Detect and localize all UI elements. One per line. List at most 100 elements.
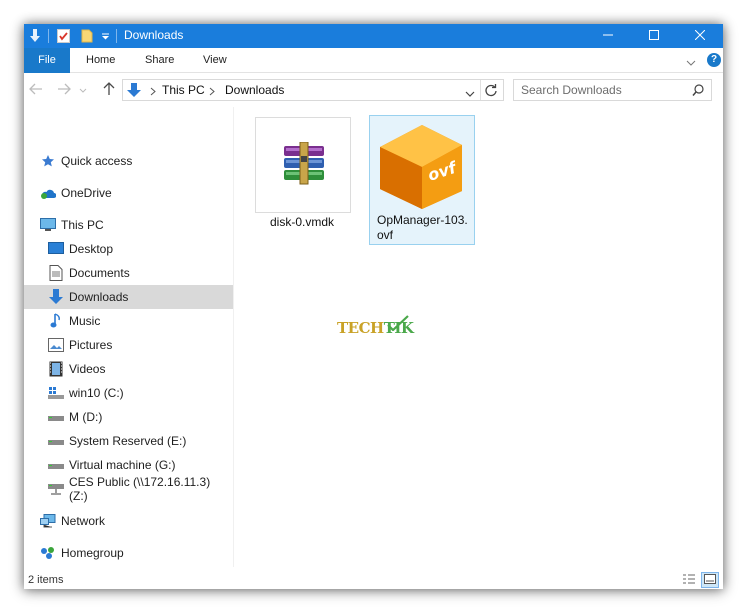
- app-download-icon: [28, 28, 42, 44]
- breadcrumb-separator-icon: [209, 85, 215, 99]
- minimize-button[interactable]: [585, 24, 631, 48]
- properties-icon[interactable]: [55, 28, 71, 44]
- sidebar-item-pictures[interactable]: Pictures: [48, 333, 230, 357]
- file-item[interactable]: ovf OpManager-103. ovf: [369, 115, 475, 245]
- sidebar-item-m-d[interactable]: M (D:): [48, 405, 230, 429]
- file-item[interactable]: disk-0.vmdk: [255, 117, 351, 237]
- ovf-box-icon: ovf: [372, 119, 470, 214]
- star-icon: [40, 153, 56, 169]
- up-button[interactable]: [99, 81, 119, 99]
- sidebar-item-this-pc[interactable]: This PC: [40, 213, 230, 237]
- homegroup-icon: [40, 545, 56, 561]
- tab-share[interactable]: Share: [145, 48, 174, 73]
- sidebar-item-ces-public-z[interactable]: CES Public (\\172.16.11.3) (Z:): [48, 475, 230, 503]
- separator: [480, 80, 481, 100]
- refresh-icon[interactable]: [484, 83, 498, 100]
- checkmark-icon: [387, 315, 409, 331]
- breadcrumb-this-pc[interactable]: This PC: [162, 83, 205, 97]
- close-icon: [694, 29, 706, 43]
- status-bar: 2 items: [24, 570, 723, 589]
- sidebar-item-network[interactable]: Network: [40, 509, 230, 533]
- search-box[interactable]: Search Downloads: [513, 79, 712, 101]
- sidebar-item-label: Documents: [69, 266, 130, 280]
- download-arrow-icon: [126, 82, 142, 101]
- drive-icon: [48, 457, 64, 473]
- sidebar-item-desktop[interactable]: Desktop: [48, 237, 230, 261]
- search-icon[interactable]: [692, 84, 704, 99]
- back-button[interactable]: [26, 81, 46, 99]
- qat-dropdown-icon[interactable]: [98, 28, 112, 44]
- sidebar-item-quick-access[interactable]: Quick access: [40, 149, 230, 173]
- sidebar-item-label: OneDrive: [61, 186, 112, 200]
- sidebar-item-virtual-machine-g[interactable]: Virtual machine (G:): [48, 453, 230, 477]
- sidebar-item-label: Homegroup: [61, 546, 124, 560]
- new-folder-icon[interactable]: [79, 28, 95, 44]
- forward-arrow-icon: [57, 83, 71, 98]
- details-view-button[interactable]: [680, 572, 698, 588]
- large-icons-view-button[interactable]: [701, 572, 719, 588]
- sidebar-item-label: win10 (C:): [69, 386, 124, 400]
- navigation-pane: Quick access OneDrive This PC Desktop Do…: [24, 107, 234, 567]
- explorer-window: Downloads File Home Share View ? This PC…: [24, 24, 723, 589]
- drive-icon: [48, 409, 64, 425]
- drive-icon: [48, 433, 64, 449]
- address-bar[interactable]: This PC Downloads: [122, 79, 504, 101]
- sidebar-item-music[interactable]: Music: [48, 309, 230, 333]
- title-bar: Downloads: [24, 24, 723, 48]
- file-name: OpManager-103. ovf: [377, 213, 473, 243]
- sidebar-item-label: Videos: [69, 362, 106, 376]
- sidebar-item-label: Pictures: [69, 338, 113, 352]
- file-list: disk-0.vmdk ovf OpManager-103. ovf TECHT…: [236, 107, 723, 567]
- file-name-line1: OpManager-103.: [377, 213, 468, 227]
- tab-home[interactable]: Home: [86, 48, 115, 73]
- breadcrumb-downloads[interactable]: Downloads: [225, 83, 284, 97]
- download-arrow-icon: [48, 289, 64, 305]
- thumbnail: [255, 117, 351, 213]
- separator: [48, 29, 49, 43]
- tab-view[interactable]: View: [203, 48, 227, 73]
- windows-drive-icon: [48, 385, 64, 401]
- sidebar-item-label: Downloads: [69, 290, 129, 304]
- sidebar-item-label: CES Public (\\172.16.11.3) (Z:): [69, 475, 211, 503]
- sidebar-item-onedrive[interactable]: OneDrive: [40, 181, 230, 205]
- maximize-button[interactable]: [631, 24, 677, 48]
- sidebar-item-documents[interactable]: Documents: [48, 261, 230, 285]
- music-note-icon: [48, 313, 64, 329]
- sidebar-item-label: Music: [69, 314, 101, 328]
- sidebar-item-videos[interactable]: Videos: [48, 357, 230, 381]
- help-icon[interactable]: ?: [707, 53, 721, 67]
- pictures-icon: [48, 337, 64, 353]
- sidebar-item-label: Quick access: [61, 154, 133, 168]
- onedrive-icon: [40, 185, 56, 201]
- ribbon-expand-icon[interactable]: [686, 56, 696, 70]
- sidebar-item-label: M (D:): [69, 410, 103, 424]
- sidebar-item-label: Virtual machine (G:): [69, 458, 176, 472]
- winrar-archive-icon: [280, 141, 328, 189]
- back-arrow-icon: [29, 83, 43, 98]
- desktop-icon: [48, 241, 64, 257]
- minimize-icon: [603, 29, 613, 43]
- sidebar-item-downloads[interactable]: Downloads: [24, 285, 233, 309]
- up-arrow-icon: [103, 81, 115, 99]
- sidebar-item-homegroup[interactable]: Homegroup: [40, 541, 230, 565]
- address-dropdown-icon[interactable]: [465, 87, 475, 101]
- sidebar-item-system-reserved-e[interactable]: System Reserved (E:): [48, 429, 230, 453]
- close-button[interactable]: [677, 24, 723, 48]
- ribbon-tabs: File Home Share View ?: [24, 48, 723, 73]
- network-drive-icon: [48, 481, 64, 497]
- recent-locations-button[interactable]: [77, 81, 89, 99]
- window-title: Downloads: [124, 28, 184, 42]
- watermark-text-a: TECH: [337, 319, 384, 337]
- tab-file[interactable]: File: [24, 48, 70, 73]
- sidebar-item-label: This PC: [61, 218, 104, 232]
- large-icons-view-icon: [704, 573, 716, 587]
- quick-access-toolbar: [28, 24, 121, 48]
- breadcrumb-separator-icon: [150, 85, 156, 99]
- network-icon: [40, 513, 56, 529]
- forward-button[interactable]: [54, 81, 74, 99]
- sidebar-item-label: System Reserved (E:): [69, 434, 187, 448]
- maximize-icon: [649, 29, 659, 43]
- navigation-bar: This PC Downloads Search Downloads: [24, 73, 723, 107]
- sidebar-item-win10-c[interactable]: win10 (C:): [48, 381, 230, 405]
- sidebar-item-label: Desktop: [69, 242, 114, 256]
